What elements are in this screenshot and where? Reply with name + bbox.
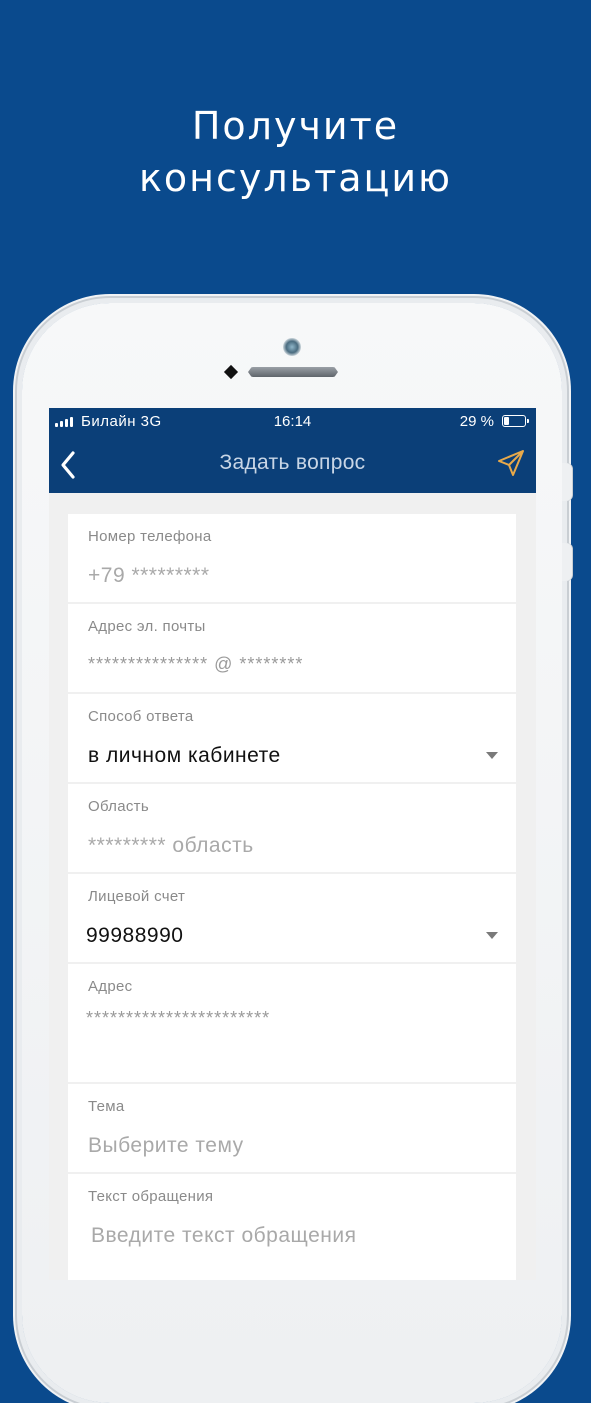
promo-title-line-2: консультацию — [138, 156, 453, 200]
phone-value: +79 ********* — [88, 564, 210, 587]
phone-label: Номер телефона — [88, 528, 212, 545]
topic-label: Тема — [88, 1098, 125, 1115]
caret-down-icon — [486, 752, 498, 759]
address-field[interactable]: Адрес *********************** — [68, 964, 516, 1084]
battery-percent: 29 % — [459, 413, 494, 430]
earpiece-speaker — [248, 367, 338, 377]
send-icon — [498, 450, 524, 476]
answer-method-value: в личном кабинете — [88, 744, 281, 767]
topic-placeholder: Выберите тему — [88, 1134, 244, 1157]
address-value: *********************** — [86, 1008, 271, 1028]
account-label: Лицевой счет — [88, 888, 186, 905]
front-camera — [283, 338, 301, 356]
email-label: Адрес эл. почты — [88, 618, 206, 635]
region-value: ********* область — [88, 834, 254, 857]
navigation-bar: Задать вопрос — [49, 436, 536, 493]
account-select[interactable]: Лицевой счет 99988990 — [68, 874, 516, 964]
send-button[interactable] — [496, 448, 526, 478]
message-placeholder: Введите текст обращения — [91, 1224, 357, 1247]
app-screen: Билайн 3G 16:14 29 % Задать вопрос Номер… — [49, 408, 536, 1280]
region-label: Область — [88, 798, 149, 815]
message-textarea[interactable]: Текст обращения Введите текст обращения — [68, 1174, 516, 1280]
phone-volume-up-button — [562, 463, 572, 501]
message-label: Текст обращения — [88, 1188, 214, 1205]
promo-title: Получите консультацию — [0, 100, 591, 204]
email-value: *************** @ ******** — [88, 654, 304, 674]
answer-method-label: Способ ответа — [88, 708, 194, 725]
status-bar: Билайн 3G 16:14 29 % — [49, 408, 536, 436]
phone-volume-down-button — [562, 543, 572, 581]
account-value: 99988990 — [86, 924, 184, 947]
region-field[interactable]: Область ********* область — [68, 784, 516, 874]
email-field[interactable]: Адрес эл. почты *************** @ ******… — [68, 604, 516, 694]
topic-select[interactable]: Тема Выберите тему — [68, 1084, 516, 1174]
screen-title: Задать вопрос — [219, 451, 366, 474]
question-form: Номер телефона +79 ********* Адрес эл. п… — [68, 514, 516, 1280]
address-label: Адрес — [88, 978, 133, 995]
answer-method-select[interactable]: Способ ответа в личном кабинете — [68, 694, 516, 784]
battery-icon — [502, 415, 529, 427]
promo-title-line-1: Получите — [191, 104, 400, 148]
phone-field[interactable]: Номер телефона +79 ********* — [68, 514, 516, 604]
caret-down-icon — [486, 932, 498, 939]
